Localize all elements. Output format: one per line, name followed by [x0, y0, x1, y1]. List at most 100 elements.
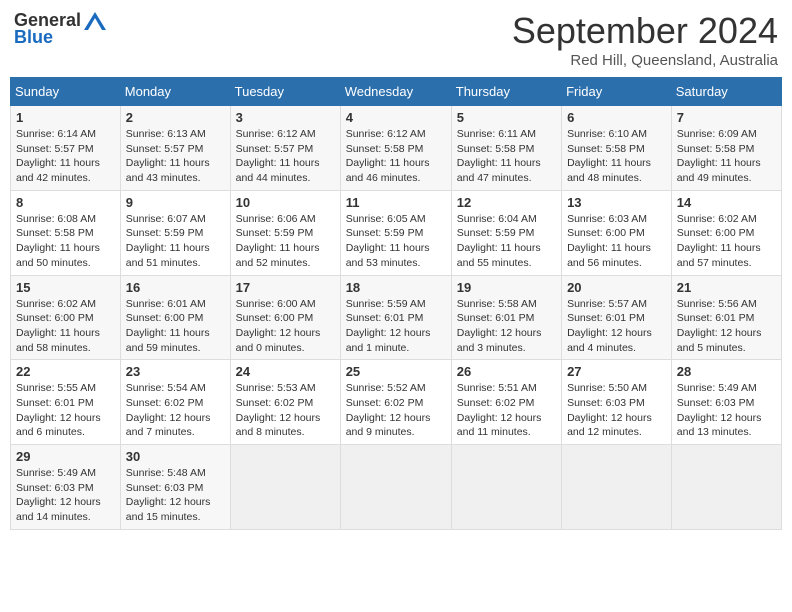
day-info: Sunrise: 5:48 AMSunset: 6:03 PMDaylight:…: [126, 466, 225, 525]
calendar-cell: 15Sunrise: 6:02 AMSunset: 6:00 PMDayligh…: [11, 275, 121, 360]
day-number: 6: [567, 110, 666, 125]
day-info: Sunrise: 6:01 AMSunset: 6:00 PMDaylight:…: [126, 297, 225, 356]
day-number: 7: [677, 110, 776, 125]
calendar-cell: 30Sunrise: 5:48 AMSunset: 6:03 PMDayligh…: [120, 445, 230, 530]
calendar-cell: [230, 445, 340, 530]
day-info: Sunrise: 6:05 AMSunset: 5:59 PMDaylight:…: [346, 212, 446, 271]
day-number: 3: [236, 110, 335, 125]
calendar-cell: 1 Sunrise: 6:14 AMSunset: 5:57 PMDaylight…: [11, 106, 121, 191]
day-of-week-thursday: Thursday: [451, 78, 561, 106]
calendar-cell: [562, 445, 672, 530]
day-number: 17: [236, 280, 335, 295]
day-number: 19: [457, 280, 556, 295]
logo-blue: Blue: [14, 27, 53, 48]
calendar-cell: 26 Sunrise: 5:51 AMSunset: 6:02 PMDayligh…: [451, 360, 561, 445]
day-number: 5: [457, 110, 556, 125]
calendar-cell: 22 Sunrise: 5:55 AMSunset: 6:01 PMDayligh…: [11, 360, 121, 445]
day-number: 23: [126, 364, 225, 379]
day-info: Sunrise: 6:02 AMSunset: 6:00 PMDaylight:…: [677, 212, 776, 271]
calendar-table: SundayMondayTuesdayWednesdayThursdayFrid…: [10, 77, 782, 530]
day-number: 13: [567, 195, 666, 210]
day-info: Sunrise: 6:12 AMSunset: 5:58 PMDaylight:…: [346, 127, 446, 186]
calendar-cell: 20Sunrise: 5:57 AMSunset: 6:01 PMDayligh…: [562, 275, 672, 360]
calendar-cell: 21 Sunrise: 5:56 AMSunset: 6:01 PMDayligh…: [671, 275, 781, 360]
calendar-cell: 14 Sunrise: 6:02 AMSunset: 6:00 PMDayligh…: [671, 190, 781, 275]
day-info: Sunrise: 6:03 AMSunset: 6:00 PMDaylight:…: [567, 212, 666, 271]
calendar-cell: 2Sunrise: 6:13 AMSunset: 5:57 PMDaylight…: [120, 106, 230, 191]
day-number: 9: [126, 195, 225, 210]
day-info: Sunrise: 5:49 AMSunset: 6:03 PMDaylight:…: [677, 381, 776, 440]
day-number: 2: [126, 110, 225, 125]
day-info: Sunrise: 6:00 AMSunset: 6:00 PMDaylight:…: [236, 297, 335, 356]
calendar-cell: 10 Sunrise: 6:06 AMSunset: 5:59 PMDayligh…: [230, 190, 340, 275]
day-number: 14: [677, 195, 776, 210]
day-number: 26: [457, 364, 556, 379]
day-of-week-tuesday: Tuesday: [230, 78, 340, 106]
header: General Blue September 2024 Red Hill, Qu…: [10, 10, 782, 69]
calendar-cell: 25 Sunrise: 5:52 AMSunset: 6:02 PMDayligh…: [340, 360, 451, 445]
day-info: Sunrise: 6:04 AMSunset: 5:59 PMDaylight:…: [457, 212, 556, 271]
day-info: Sunrise: 5:52 AMSunset: 6:02 PMDaylight:…: [346, 381, 446, 440]
calendar-cell: 23 Sunrise: 5:54 AMSunset: 6:02 PMDayligh…: [120, 360, 230, 445]
day-of-week-monday: Monday: [120, 78, 230, 106]
day-number: 25: [346, 364, 446, 379]
day-info: Sunrise: 5:50 AMSunset: 6:03 PMDaylight:…: [567, 381, 666, 440]
day-info: Sunrise: 6:14 AMSunset: 5:57 PMDaylight:…: [16, 127, 115, 186]
day-of-week-saturday: Saturday: [671, 78, 781, 106]
day-info: Sunrise: 5:54 AMSunset: 6:02 PMDaylight:…: [126, 381, 225, 440]
location-subtitle: Red Hill, Queensland, Australia: [512, 52, 778, 69]
calendar-cell: 8Sunrise: 6:08 AMSunset: 5:58 PMDaylight…: [11, 190, 121, 275]
day-info: Sunrise: 6:08 AMSunset: 5:58 PMDaylight:…: [16, 212, 115, 271]
day-info: Sunrise: 6:02 AMSunset: 6:00 PMDaylight:…: [16, 297, 115, 356]
day-number: 1: [16, 110, 115, 125]
day-info: Sunrise: 5:51 AMSunset: 6:02 PMDaylight:…: [457, 381, 556, 440]
day-number: 22: [16, 364, 115, 379]
logo-icon: [84, 12, 106, 30]
day-info: Sunrise: 5:53 AMSunset: 6:02 PMDaylight:…: [236, 381, 335, 440]
calendar-cell: 28Sunrise: 5:49 AMSunset: 6:03 PMDayligh…: [671, 360, 781, 445]
day-info: Sunrise: 6:06 AMSunset: 5:59 PMDaylight:…: [236, 212, 335, 271]
day-info: Sunrise: 5:49 AMSunset: 6:03 PMDaylight:…: [16, 466, 115, 525]
logo: General Blue: [14, 10, 107, 48]
day-number: 16: [126, 280, 225, 295]
calendar-cell: [671, 445, 781, 530]
calendar-cell: 19 Sunrise: 5:58 AMSunset: 6:01 PMDayligh…: [451, 275, 561, 360]
calendar-cell: [340, 445, 451, 530]
month-title: September 2024: [512, 10, 778, 52]
calendar-cell: 29 Sunrise: 5:49 AMSunset: 6:03 PMDayligh…: [11, 445, 121, 530]
day-number: 11: [346, 195, 446, 210]
calendar-cell: 27Sunrise: 5:50 AMSunset: 6:03 PMDayligh…: [562, 360, 672, 445]
day-info: Sunrise: 6:12 AMSunset: 5:57 PMDaylight:…: [236, 127, 335, 186]
calendar-cell: 9 Sunrise: 6:07 AMSunset: 5:59 PMDaylight…: [120, 190, 230, 275]
day-info: Sunrise: 6:09 AMSunset: 5:58 PMDaylight:…: [677, 127, 776, 186]
calendar-cell: 6 Sunrise: 6:10 AMSunset: 5:58 PMDaylight…: [562, 106, 672, 191]
day-number: 29: [16, 449, 115, 464]
calendar-cell: 11 Sunrise: 6:05 AMSunset: 5:59 PMDayligh…: [340, 190, 451, 275]
day-number: 18: [346, 280, 446, 295]
day-number: 24: [236, 364, 335, 379]
day-of-week-friday: Friday: [562, 78, 672, 106]
calendar-cell: 24 Sunrise: 5:53 AMSunset: 6:02 PMDayligh…: [230, 360, 340, 445]
day-info: Sunrise: 5:56 AMSunset: 6:01 PMDaylight:…: [677, 297, 776, 356]
calendar-cell: 7 Sunrise: 6:09 AMSunset: 5:58 PMDaylight…: [671, 106, 781, 191]
day-info: Sunrise: 5:57 AMSunset: 6:01 PMDaylight:…: [567, 297, 666, 356]
calendar-cell: 13 Sunrise: 6:03 AMSunset: 6:00 PMDayligh…: [562, 190, 672, 275]
day-number: 12: [457, 195, 556, 210]
day-info: Sunrise: 6:11 AMSunset: 5:58 PMDaylight:…: [457, 127, 556, 186]
day-of-week-sunday: Sunday: [11, 78, 121, 106]
day-number: 10: [236, 195, 335, 210]
calendar-cell: 16 Sunrise: 6:01 AMSunset: 6:00 PMDayligh…: [120, 275, 230, 360]
day-number: 21: [677, 280, 776, 295]
day-number: 4: [346, 110, 446, 125]
calendar-cell: 17 Sunrise: 6:00 AMSunset: 6:00 PMDayligh…: [230, 275, 340, 360]
calendar-cell: 5 Sunrise: 6:11 AMSunset: 5:58 PMDaylight…: [451, 106, 561, 191]
calendar-cell: 3 Sunrise: 6:12 AMSunset: 5:57 PMDaylight…: [230, 106, 340, 191]
day-info: Sunrise: 6:10 AMSunset: 5:58 PMDaylight:…: [567, 127, 666, 186]
calendar-cell: [451, 445, 561, 530]
day-info: Sunrise: 5:58 AMSunset: 6:01 PMDaylight:…: [457, 297, 556, 356]
day-of-week-wednesday: Wednesday: [340, 78, 451, 106]
day-info: Sunrise: 5:55 AMSunset: 6:01 PMDaylight:…: [16, 381, 115, 440]
day-info: Sunrise: 6:07 AMSunset: 5:59 PMDaylight:…: [126, 212, 225, 271]
day-info: Sunrise: 5:59 AMSunset: 6:01 PMDaylight:…: [346, 297, 446, 356]
calendar-cell: 4 Sunrise: 6:12 AMSunset: 5:58 PMDaylight…: [340, 106, 451, 191]
